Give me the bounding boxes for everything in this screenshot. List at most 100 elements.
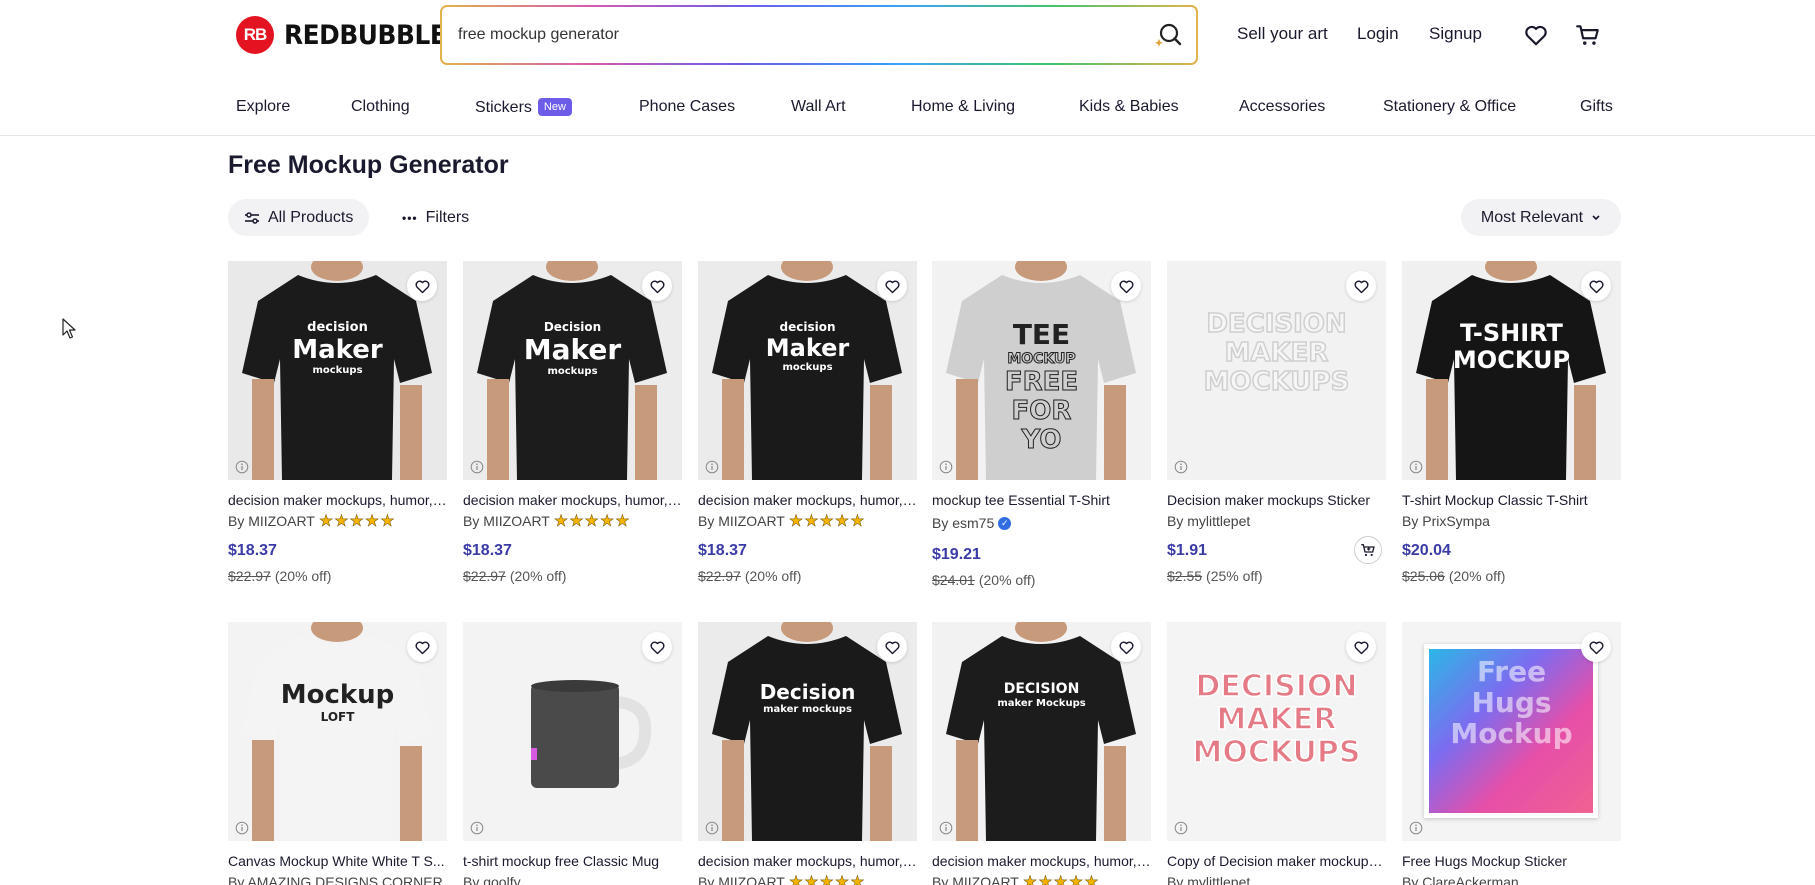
signup-link[interactable]: Signup <box>1429 24 1482 44</box>
nav-kids-babies[interactable]: Kids & Babies <box>1079 98 1179 116</box>
product-title[interactable]: decision maker mockups, humor, ... <box>228 492 447 508</box>
product-card[interactable]: Decision Maker mockups decision maker mocku… <box>463 261 682 584</box>
product-card[interactable]: DECISION maker Mockups decision maker mock… <box>932 622 1151 885</box>
info-icon[interactable] <box>1409 460 1423 474</box>
info-icon[interactable] <box>939 460 953 474</box>
info-icon[interactable] <box>470 460 484 474</box>
heart-icon <box>1588 641 1604 654</box>
info-icon[interactable] <box>1174 460 1188 474</box>
star-rating: ★★★★★ <box>318 513 396 531</box>
info-icon[interactable] <box>470 821 484 835</box>
discount-label: (20% off) <box>744 568 802 584</box>
product-image[interactable]: Mockup LOFT <box>228 622 447 841</box>
product-image[interactable]: Decision maker mockups <box>698 622 917 841</box>
nav-stickers[interactable]: Stickers New <box>475 98 572 117</box>
nav-gifts[interactable]: Gifts <box>1580 98 1613 116</box>
product-image[interactable]: T-SHIRT MOCKUP <box>1402 261 1621 480</box>
product-image[interactable] <box>463 622 682 841</box>
artist-name[interactable]: By MIIZOART <box>228 513 315 529</box>
filters-button[interactable]: ••• Filters <box>386 199 485 236</box>
product-image[interactable]: Decision Maker mockups <box>463 261 682 480</box>
product-card[interactable]: T-SHIRT MOCKUP T-shirt Mockup Classic T-Sh… <box>1402 261 1621 584</box>
product-price: $19.21 <box>932 546 981 563</box>
product-image[interactable]: Free Hugs Mockup <box>1402 622 1621 841</box>
nav-stationery-office[interactable]: Stationery & Office <box>1383 98 1516 116</box>
info-icon[interactable] <box>705 821 719 835</box>
artist-name[interactable]: By mylittlepet <box>1167 874 1250 885</box>
info-icon[interactable] <box>235 460 249 474</box>
product-card[interactable]: Free Hugs Mockup Free Hugs Mockup Sticker By… <box>1402 622 1621 885</box>
product-title[interactable]: decision maker mockups, humor, ... <box>698 492 917 508</box>
artist-name[interactable]: By esm75 <box>932 515 994 531</box>
cart-icon[interactable] <box>1575 22 1601 48</box>
info-icon[interactable] <box>235 821 249 835</box>
product-card[interactable]: Decision maker mockups decision maker mock… <box>698 622 917 885</box>
product-card[interactable]: decision Maker mockups decision maker mocku… <box>698 261 917 584</box>
nav-clothing[interactable]: Clothing <box>351 98 410 116</box>
product-card[interactable]: DECISION MAKER MOCKUPS Copy of Decision mak… <box>1167 622 1386 885</box>
product-card[interactable]: t-shirt mockup free Classic Mug By goolfy <box>463 622 682 885</box>
product-card[interactable]: Mockup LOFT Canvas Mockup White White T S.… <box>228 622 447 885</box>
favorite-button[interactable] <box>407 271 437 301</box>
favorite-button[interactable] <box>642 271 672 301</box>
product-title[interactable]: T-shirt Mockup Classic T-Shirt <box>1402 492 1621 508</box>
nav-phone-cases[interactable]: Phone Cases <box>639 98 735 116</box>
info-icon[interactable] <box>939 821 953 835</box>
product-print-text: DECISION MAKER MOCKUPS <box>1167 310 1386 398</box>
product-title[interactable]: Decision maker mockups Sticker <box>1167 492 1386 508</box>
favorite-button[interactable] <box>1346 632 1376 662</box>
product-title[interactable]: t-shirt mockup free Classic Mug <box>463 853 682 869</box>
favorite-button[interactable] <box>407 632 437 662</box>
info-icon[interactable] <box>1409 821 1423 835</box>
artist-name[interactable]: By PrixSympa <box>1402 513 1490 529</box>
redbubble-logo[interactable]: RB REDBUBBLE <box>236 16 460 54</box>
product-card[interactable]: decision Maker mockups decision maker mocku… <box>228 261 447 584</box>
product-title[interactable]: Free Hugs Mockup Sticker <box>1402 853 1621 869</box>
favorite-button[interactable] <box>877 632 907 662</box>
sell-your-art-link[interactable]: Sell your art <box>1237 24 1328 44</box>
product-title[interactable]: decision maker mockups, humor, ... <box>463 492 682 508</box>
product-image[interactable]: DECISION maker Mockups <box>932 622 1151 841</box>
artist-name[interactable]: By MIIZOART <box>698 513 785 529</box>
artist-name[interactable]: By MIIZOART <box>932 874 1019 885</box>
info-icon[interactable] <box>1174 821 1188 835</box>
product-image[interactable]: decision Maker mockups <box>228 261 447 480</box>
product-title[interactable]: decision maker mockups, humor, ... <box>932 853 1151 869</box>
search-icon[interactable] <box>1152 19 1184 51</box>
favorite-button[interactable] <box>1581 632 1611 662</box>
product-image[interactable]: decision Maker mockups <box>698 261 917 480</box>
product-image[interactable]: TEE MOCKUP FREE FOR YO <box>932 261 1151 480</box>
product-title[interactable]: decision maker mockups, humor, ... <box>698 853 917 869</box>
login-link[interactable]: Login <box>1357 24 1399 44</box>
favorite-button[interactable] <box>877 271 907 301</box>
artist-name[interactable]: By MIIZOART <box>463 513 550 529</box>
favorite-button[interactable] <box>1111 271 1141 301</box>
product-title[interactable]: Canvas Mockup White White T S... <box>228 853 447 869</box>
product-title[interactable]: Copy of Decision maker mockups... <box>1167 853 1386 869</box>
all-products-button[interactable]: All Products <box>228 199 370 236</box>
sort-dropdown[interactable]: Most Relevant <box>1461 199 1621 236</box>
info-icon[interactable] <box>705 460 719 474</box>
search-input[interactable] <box>458 7 1118 63</box>
nav-explore[interactable]: Explore <box>236 98 290 116</box>
favorite-button[interactable] <box>642 632 672 662</box>
product-card[interactable]: TEE MOCKUP FREE FOR YO mockup tee Essential T… <box>932 261 1151 588</box>
product-title[interactable]: mockup tee Essential T-Shirt <box>932 492 1151 508</box>
nav-home-living[interactable]: Home & Living <box>911 98 1015 116</box>
artist-name[interactable]: By AMAZING DESIGNS CORNER <box>228 874 443 885</box>
nav-accessories[interactable]: Accessories <box>1239 98 1325 116</box>
sort-label: Most Relevant <box>1480 208 1584 226</box>
product-image[interactable]: DECISION MAKER MOCKUPS <box>1167 261 1386 480</box>
artist-name[interactable]: By goolfy <box>463 874 521 885</box>
nav-wall-art[interactable]: Wall Art <box>791 98 846 116</box>
add-to-cart-button[interactable] <box>1354 536 1382 564</box>
artist-name[interactable]: By mylittlepet <box>1167 513 1250 529</box>
favorite-button[interactable] <box>1111 632 1141 662</box>
favorite-button[interactable] <box>1581 271 1611 301</box>
artist-name[interactable]: By MIIZOART <box>698 874 785 885</box>
heart-icon[interactable] <box>1523 22 1549 48</box>
product-image[interactable]: DECISION MAKER MOCKUPS <box>1167 622 1386 841</box>
product-card[interactable]: DECISION MAKER MOCKUPS Decision maker mocku… <box>1167 261 1386 584</box>
favorite-button[interactable] <box>1346 271 1376 301</box>
artist-name[interactable]: By ClareAckerman <box>1402 874 1519 885</box>
